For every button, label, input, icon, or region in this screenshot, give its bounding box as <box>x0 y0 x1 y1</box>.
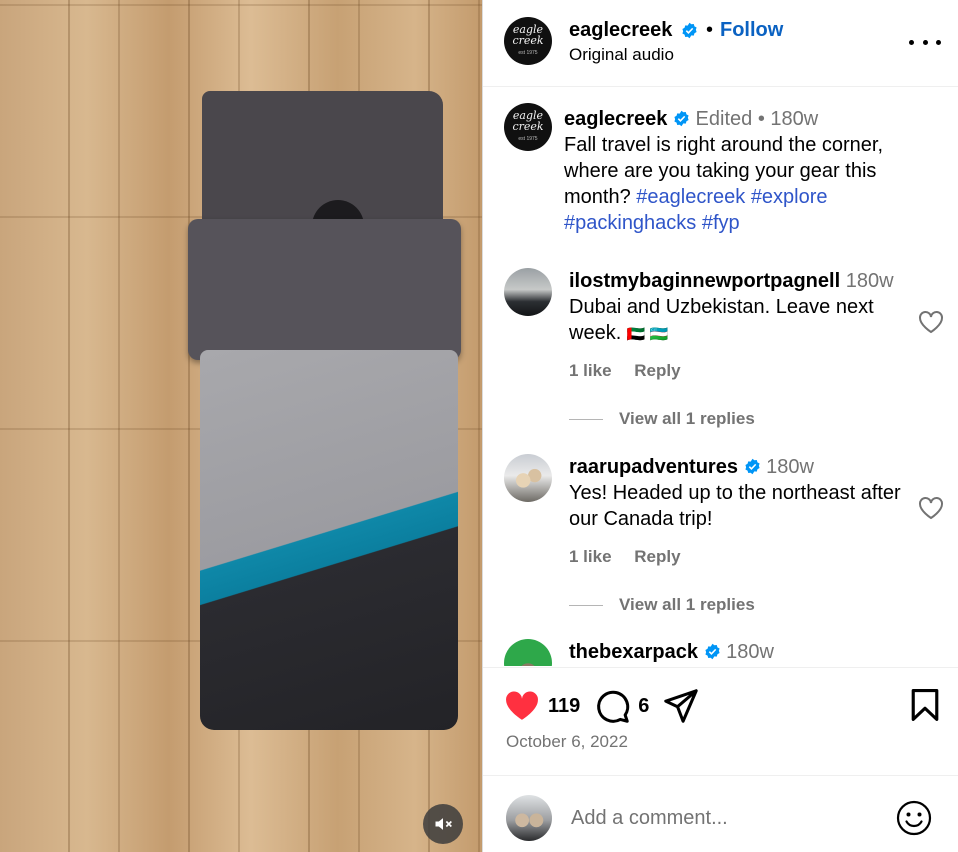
comment-actions: 1 like Reply <box>569 547 699 567</box>
hashtag-link[interactable]: #eaglecreek <box>636 186 745 208</box>
logo-text-line2: creek <box>512 33 544 47</box>
comment-text: Dubai and Uzbekistan. Leave next week. <box>569 296 874 344</box>
comment-text: Yes! Headed up to the northeast after ou… <box>569 482 901 530</box>
comment-bubble-icon[interactable] <box>594 688 630 724</box>
commenter-username[interactable]: ilostmybaginnewportpagnell <box>569 270 840 292</box>
comment-item: thebexarpack 180w <box>483 639 958 666</box>
comment-time: 180w <box>766 456 814 478</box>
post-side-panel: eagle creek est 1975 eaglecreek • Follow… <box>482 0 958 852</box>
caption-username[interactable]: eaglecreek <box>564 108 667 130</box>
more-options-button[interactable] <box>909 30 941 54</box>
verified-badge-icon <box>704 643 720 660</box>
comment-actions: 1 like Reply <box>569 361 699 381</box>
logo-small-text: est 1975 <box>518 49 538 56</box>
share-paper-plane-icon[interactable] <box>663 688 699 724</box>
sleeping-bag-body <box>200 350 458 730</box>
comment-count[interactable]: 6 <box>638 695 649 718</box>
post-header: eagle creek est 1975 eaglecreek • Follow… <box>483 0 958 87</box>
add-comment-input[interactable] <box>571 802 871 834</box>
commenter-avatar[interactable] <box>504 639 552 666</box>
logo-text-line1: eagle <box>512 108 544 122</box>
mute-button[interactable] <box>423 804 463 844</box>
comment-time: 180w <box>845 270 894 292</box>
audio-label[interactable]: Original audio <box>569 45 674 65</box>
verified-badge-icon <box>744 458 760 475</box>
hashtag-link[interactable]: #packinghacks <box>564 212 696 234</box>
more-dot-icon <box>909 39 914 45</box>
comment-like-count[interactable]: 1 like <box>569 547 612 566</box>
add-comment-divider <box>483 775 958 776</box>
commenter-avatar[interactable] <box>504 268 552 316</box>
hashtag-link[interactable]: #fyp <box>702 212 740 234</box>
reply-button[interactable]: Reply <box>634 361 680 380</box>
author-avatar[interactable]: eagle creek est 1975 <box>504 17 552 65</box>
author-username[interactable]: eaglecreek <box>569 19 672 42</box>
current-user-avatar <box>506 795 552 841</box>
like-comment-heart-icon[interactable] <box>918 496 944 520</box>
comment-body: thebexarpack 180w <box>569 639 909 665</box>
caption-time: 180w <box>770 108 819 130</box>
logo-text-line2: creek <box>512 119 544 133</box>
comment-body: raarupadventures 180w Yes! Headed up to … <box>569 454 909 532</box>
comment-like-count[interactable]: 1 like <box>569 361 612 380</box>
hashtag-link[interactable]: #explore <box>751 186 828 208</box>
follow-button[interactable]: Follow <box>720 19 783 42</box>
commenter-username[interactable]: thebexarpack <box>569 641 698 663</box>
like-count[interactable]: 119 <box>548 695 580 718</box>
more-dot-icon <box>922 39 928 45</box>
like-comment-heart-icon[interactable] <box>918 310 944 334</box>
post-video[interactable] <box>0 0 482 852</box>
more-dot-icon <box>936 39 941 45</box>
liked-heart-icon[interactable] <box>504 688 540 724</box>
save-bookmark-icon[interactable] <box>909 688 941 722</box>
speaker-muted-icon <box>435 818 452 830</box>
emoji-picker-icon[interactable] <box>895 799 933 837</box>
post-action-bar: 119 6 October 6, 2022 <box>483 667 958 852</box>
header-separator: • <box>706 19 714 41</box>
view-replies-button[interactable]: View all 1 replies <box>569 409 755 429</box>
verified-badge-icon <box>682 22 697 39</box>
caption-author-avatar[interactable]: eagle creek est 1975 <box>504 103 552 151</box>
flag-emojis: 🇦🇪 🇺🇿 <box>626 326 669 343</box>
post-date[interactable]: October 6, 2022 <box>506 732 628 752</box>
engagement-row: 119 6 <box>504 686 699 726</box>
commenter-username[interactable]: raarupadventures <box>569 456 738 478</box>
commenter-avatar[interactable] <box>504 454 552 502</box>
post-caption: eaglecreek Edited • 180w Fall travel is … <box>564 106 924 236</box>
replies-divider <box>569 604 603 606</box>
replies-divider <box>569 418 603 420</box>
comment-time: 180w <box>726 641 774 663</box>
logo-small-text: est 1975 <box>518 135 538 142</box>
sleeping-bag-flap <box>188 219 461 360</box>
verified-badge-icon <box>674 110 689 127</box>
view-replies-button[interactable]: View all 1 replies <box>569 595 755 615</box>
logo-text-line1: eagle <box>512 22 544 36</box>
comment-body: ilostmybaginnewportpagnell 180w Dubai an… <box>569 268 909 348</box>
edited-label: Edited <box>695 108 753 130</box>
view-replies-label: View all 1 replies <box>619 595 755 614</box>
caption-separator: • <box>757 108 765 130</box>
reply-button[interactable]: Reply <box>634 547 680 566</box>
view-replies-label: View all 1 replies <box>619 409 755 428</box>
